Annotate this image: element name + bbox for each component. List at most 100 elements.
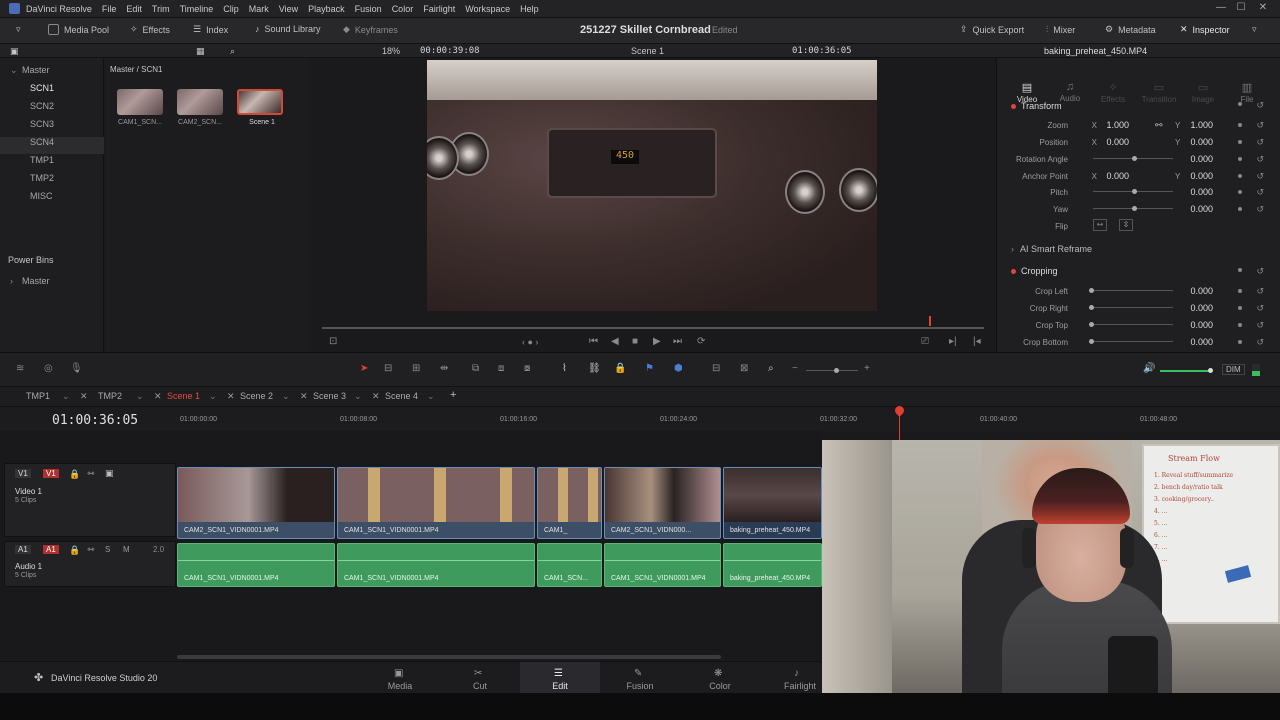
video-clip-selected[interactable]: baking_preheat_450.MP4 [723, 467, 822, 539]
tab-scene-4-dropdown-icon[interactable]: ⌄ [427, 391, 435, 402]
menu-color[interactable]: Color [392, 4, 414, 14]
flag-icon[interactable]: ⚑ [645, 363, 654, 374]
timeline-playhead[interactable] [893, 404, 906, 441]
timeline-options-icon[interactable]: ≋ [16, 363, 24, 374]
tab-tmp2-dropdown-icon[interactable]: ⌄ [136, 391, 144, 402]
video-clip[interactable]: CAM1_SCN1_VIDN0001.MP4 [337, 467, 535, 539]
sound-library-button[interactable]: ♪ Sound Library [255, 24, 321, 34]
smart-reframe-section[interactable]: › AI Smart Reframe [1011, 244, 1092, 254]
tab-scene-4[interactable]: Scene 4 [385, 391, 418, 401]
cropping-section[interactable]: Cropping [1011, 266, 1058, 276]
overwrite-clip-icon[interactable]: ⧈ [498, 363, 504, 374]
menu-timeline[interactable]: Timeline [180, 4, 214, 14]
expand-icon[interactable]: ▿ [1252, 24, 1257, 35]
reset-icon[interactable]: ↺ [1256, 120, 1264, 131]
zoom-detail-icon[interactable]: ⊠ [740, 363, 748, 374]
play-icon[interactable]: ▶ [653, 336, 661, 347]
yaw-field[interactable]: 0.000 [1173, 204, 1213, 214]
keyframe-diamond-icon[interactable] [1238, 190, 1242, 194]
timeline-thumbnail[interactable] [237, 89, 283, 115]
track-visibility-icon[interactable]: ▣ [105, 468, 114, 479]
zoom-y-field[interactable]: 1.000 [1173, 120, 1213, 130]
keyframe-diamond-icon[interactable] [1238, 289, 1242, 293]
mute-button[interactable]: M [123, 545, 130, 554]
zoom-custom-icon[interactable]: ⌕ [768, 363, 774, 374]
keyframe-diamond-icon[interactable] [1238, 207, 1242, 211]
keyframe-diamond-icon[interactable] [1238, 102, 1242, 106]
enable-dot[interactable] [1011, 269, 1016, 275]
pitch-field[interactable]: 0.000 [1173, 187, 1213, 197]
keyframe-diamond-icon[interactable] [1238, 323, 1242, 327]
go-to-start-icon[interactable]: ⏮ [589, 336, 598, 347]
audio-clip[interactable]: CAM1_SCN1_VIDN0001.MP4 [604, 543, 721, 587]
crop-bottom-field[interactable]: 0.000 [1173, 337, 1213, 347]
transform-icon[interactable]: ⊡ [329, 336, 337, 347]
menu-file[interactable]: File [102, 4, 117, 14]
anchor-x-field[interactable]: 0.000 [1089, 171, 1129, 181]
page-fairlight[interactable]: ♪ Fairlight [770, 668, 830, 691]
page-cut[interactable]: ✂ Cut [450, 668, 510, 691]
bin-item-misc[interactable]: MISC [30, 191, 53, 201]
crop-top-slider[interactable] [1093, 324, 1173, 325]
tab-scene-2[interactable]: Scene 2 [240, 391, 273, 401]
track-name[interactable]: Video 1 [15, 487, 42, 496]
crop-right-slider[interactable] [1093, 307, 1173, 308]
tab-scene-3[interactable]: Scene 3 [313, 391, 346, 401]
tab-scene-1-dropdown-icon[interactable]: ⌄ [209, 391, 217, 402]
transform-section[interactable]: Transform [1011, 101, 1062, 111]
quick-export-button[interactable]: ⇪ Quick Export [960, 24, 1024, 35]
viewer-scrubber[interactable] [322, 327, 984, 329]
audio-view-icon[interactable]: ◎ [44, 363, 53, 374]
tab-scene-1-close-icon[interactable]: ✕ [227, 391, 235, 402]
snapping-icon[interactable]: ⌇ [562, 363, 567, 374]
zoom-out-icon[interactable]: − [792, 363, 798, 374]
reset-icon[interactable]: ↺ [1256, 137, 1264, 148]
tab-scene-3-dropdown-icon[interactable]: ⌄ [354, 391, 362, 402]
flip-horizontal-icon[interactable]: ⇿ [1093, 219, 1107, 231]
trim-tool-icon[interactable]: ⊟ [384, 363, 392, 374]
position-y-field[interactable]: 0.000 [1173, 137, 1213, 147]
reset-icon[interactable]: ↺ [1256, 204, 1264, 215]
zoom-slider-handle[interactable] [834, 368, 839, 373]
chevron-right-icon[interactable]: › [10, 276, 13, 286]
pitch-handle[interactable] [1132, 189, 1137, 194]
replace-clip-icon[interactable]: ⧇ [524, 363, 530, 374]
play-reverse-icon[interactable]: ◀ [611, 336, 619, 347]
tab-tmp2-close-icon[interactable]: ✕ [154, 391, 162, 402]
dynamic-trim-icon[interactable]: ⊞ [412, 363, 420, 374]
timeline-ruler[interactable]: 01:00:36:05 01:00:00:00 01:00:08:00 01:0… [0, 407, 1280, 431]
video-clip[interactable]: CAM1_ [537, 467, 602, 539]
video-clip[interactable]: CAM2_SCN1_VIDN0001.MP4 [177, 467, 335, 539]
page-color[interactable]: ❋ Color [690, 668, 750, 691]
yaw-handle[interactable] [1132, 206, 1137, 211]
audio-clip[interactable]: baking_preheat_450.MP4 [723, 543, 822, 587]
selection-tool-icon[interactable]: ➤ [360, 363, 368, 374]
page-media[interactable]: ▣ Media [370, 668, 430, 691]
crop-left-handle[interactable] [1089, 288, 1094, 293]
tab-scene-1[interactable]: Scene 1 [167, 391, 200, 401]
blade-tool-icon[interactable]: ⇹ [440, 363, 448, 374]
volume-slider[interactable] [1160, 370, 1212, 372]
link-icon[interactable]: ⚯ [1155, 120, 1163, 131]
crop-left-field[interactable]: 0.000 [1173, 286, 1213, 296]
bin-item-scn1[interactable]: SCN1 [30, 83, 54, 93]
menu-edit[interactable]: Edit [126, 4, 142, 14]
grid-view-icon[interactable]: ▦ [196, 46, 205, 57]
menu-fairlight[interactable]: Fairlight [423, 4, 455, 14]
menu-clip[interactable]: Clip [223, 4, 239, 14]
reset-icon[interactable]: ↺ [1256, 171, 1264, 182]
menu-mark[interactable]: Mark [249, 4, 269, 14]
anchor-y-field[interactable]: 0.000 [1173, 171, 1213, 181]
effects-button[interactable]: ✧ Effects [130, 24, 170, 35]
marker-icon[interactable]: ⬢ [674, 363, 683, 374]
tab-effects[interactable]: ✧ Effects [1095, 81, 1131, 104]
rotation-handle[interactable] [1132, 156, 1137, 161]
inspector-button[interactable]: ✕ Inspector [1180, 24, 1230, 35]
keyframe-diamond-icon[interactable] [1238, 340, 1242, 344]
lock-icon[interactable]: 🔒 [69, 545, 80, 556]
video-clip[interactable]: CAM2_SCN1_VIDN000... [604, 467, 721, 539]
keyframe-diamond-icon[interactable] [1238, 174, 1242, 178]
reset-icon[interactable]: ↺ [1256, 286, 1264, 297]
flip-vertical-icon[interactable]: ⇳ [1119, 219, 1133, 231]
panel-layout-icon[interactable]: ▣ [10, 46, 19, 57]
